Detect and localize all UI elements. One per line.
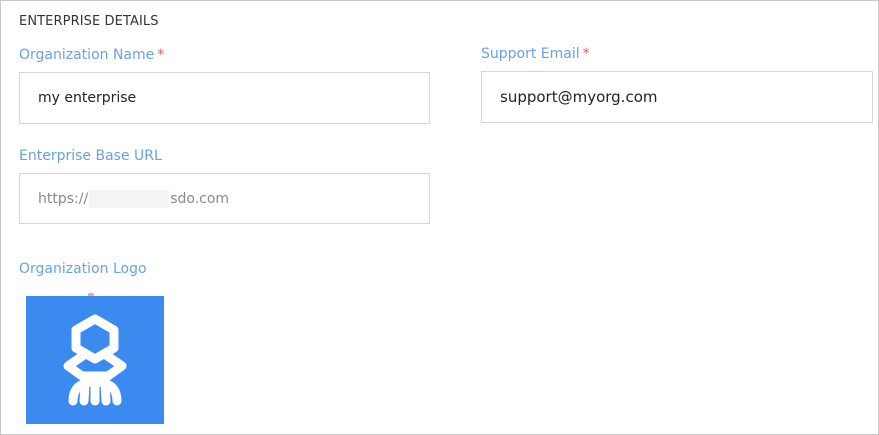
support-email-label: Support Email * [481,46,590,62]
base-url-label: Enterprise Base URL [19,148,162,164]
org-name-label-text: Organization Name [19,47,155,63]
base-url-suffix: sdo.com [170,190,230,207]
org-name-value: my enterprise [38,90,137,106]
required-asterisk: * [582,46,590,62]
support-email-value: support@myorg.com [500,88,658,106]
org-logo-image[interactable] [26,296,164,424]
base-url-prefix: https:// [38,190,89,207]
required-asterisk: * [157,47,165,63]
redacted-block [89,189,170,208]
base-url-input: https:// sdo.com [19,173,430,224]
support-email-input[interactable]: support@myorg.com [481,71,873,123]
hub-network-icon [63,314,127,406]
org-name-input[interactable]: my enterprise [19,72,430,124]
org-name-label: Organization Name * [19,47,164,63]
org-logo-label: Organization Logo [19,261,147,277]
section-title: ENTERPRISE DETAILS [19,14,159,29]
support-email-label-text: Support Email [481,46,580,62]
